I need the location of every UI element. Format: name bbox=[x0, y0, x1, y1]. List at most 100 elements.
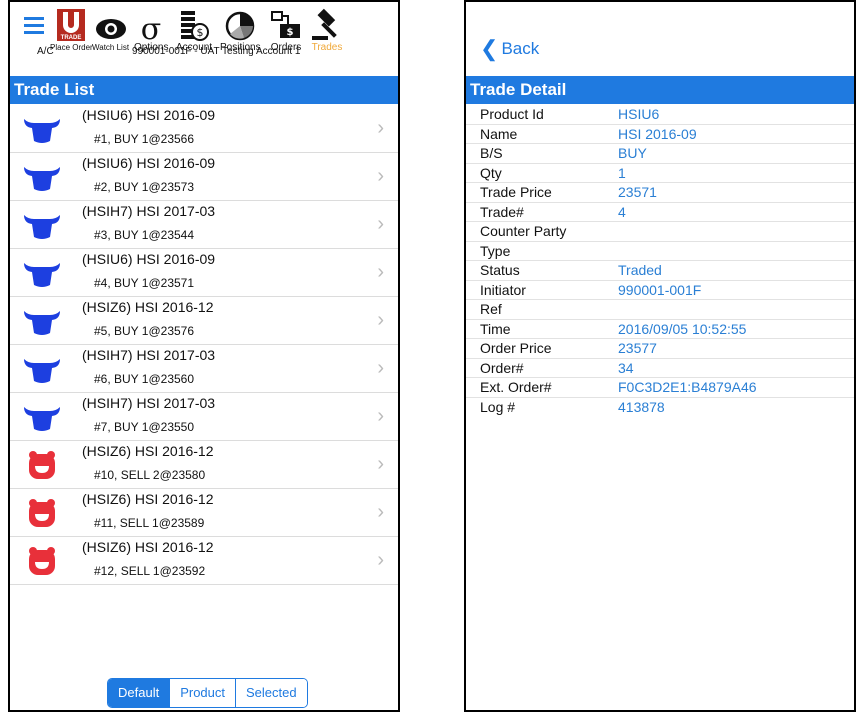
detail-key: Trade Price bbox=[480, 184, 552, 200]
trade-detail-fields: Product Id HSIU6 Name HSI 2016-09 B/S BUY Qty 1… bbox=[466, 105, 854, 417]
detail-row: Counter Party bbox=[466, 222, 854, 242]
segment-default[interactable]: Default bbox=[108, 679, 170, 707]
trade-list-row[interactable]: (HSIZ6) HSI 2016-12 #12, SELL 1@23592 › bbox=[10, 537, 398, 585]
trade-summary: #6, BUY 1@23560 bbox=[94, 372, 195, 386]
trade-summary: #2, BUY 1@23573 bbox=[94, 180, 195, 194]
detail-row: Ref bbox=[466, 300, 854, 320]
eye-icon bbox=[95, 19, 126, 39]
detail-row: Trade Price 23571 bbox=[466, 183, 854, 203]
bull-icon bbox=[24, 167, 60, 191]
trade-summary: #5, BUY 1@23576 bbox=[94, 324, 195, 338]
trade-product: (HSIZ6) HSI 2016-12 bbox=[82, 491, 214, 507]
detail-key: Counter Party bbox=[480, 223, 567, 239]
trade-product: (HSIU6) HSI 2016-09 bbox=[82, 107, 216, 123]
detail-key: Status bbox=[480, 262, 520, 278]
trade-list-row[interactable]: (HSIH7) HSI 2017-03 #3, BUY 1@23544 › bbox=[10, 201, 398, 249]
detail-key: Initiator bbox=[480, 281, 526, 298]
detail-row: Order# 34 bbox=[466, 359, 854, 378]
trade-list-row[interactable]: (HSIU6) HSI 2016-09 #1, BUY 1@23566 › bbox=[10, 105, 398, 153]
bull-icon bbox=[24, 263, 60, 287]
trade-list-row[interactable]: (HSIU6) HSI 2016-09 #2, BUY 1@23573 › bbox=[10, 153, 398, 201]
account-info: A/C 990001-001F - UAT Testing Account 1 bbox=[10, 46, 398, 60]
orders-icon: $ bbox=[271, 11, 300, 38]
detail-key: Type bbox=[480, 242, 511, 259]
detail-row: B/S BUY bbox=[466, 144, 854, 164]
trade-list-row[interactable]: (HSIZ6) HSI 2016-12 #5, BUY 1@23576 › bbox=[10, 297, 398, 345]
bull-icon bbox=[24, 119, 60, 143]
trade-list-row[interactable]: (HSIZ6) HSI 2016-12 #10, SELL 2@23580 › bbox=[10, 441, 398, 489]
detail-row: Time 2016/09/05 10:52:55 bbox=[466, 320, 854, 339]
detail-value: 413878 bbox=[618, 398, 665, 415]
trade-summary: #12, SELL 1@23592 bbox=[94, 564, 206, 578]
detail-key: Order# bbox=[480, 359, 524, 376]
detail-value: HSIU6 bbox=[618, 106, 660, 122]
chevron-right-icon: › bbox=[377, 261, 384, 283]
detail-row: Name HSI 2016-09 bbox=[466, 125, 854, 144]
bull-icon bbox=[24, 311, 60, 335]
trade-logo-text: TRADE bbox=[61, 35, 82, 41]
detail-key: Ref bbox=[480, 301, 502, 317]
back-button[interactable]: ❮ Back bbox=[480, 36, 539, 62]
trade-list-header: Trade List bbox=[10, 76, 398, 104]
detail-row: Order Price 23577 bbox=[466, 339, 854, 359]
trade-list: (HSIU6) HSI 2016-09 #1, BUY 1@23566 › (HSI… bbox=[10, 105, 398, 585]
account-label: A/C bbox=[37, 46, 54, 57]
bull-icon bbox=[24, 359, 60, 383]
detail-row: Initiator 990001-001F bbox=[466, 281, 854, 300]
detail-value: Traded bbox=[618, 262, 662, 278]
trade-list-screen: TRADE Place Order Watch List σ Options $… bbox=[8, 0, 400, 712]
detail-value: 4 bbox=[618, 203, 626, 220]
svg-text:σ: σ bbox=[141, 12, 161, 42]
trade-list-row[interactable]: (HSIH7) HSI 2017-03 #7, BUY 1@23550 › bbox=[10, 393, 398, 441]
chevron-right-icon: › bbox=[377, 309, 384, 331]
pie-chart-icon bbox=[226, 11, 255, 41]
gavel-icon bbox=[312, 8, 337, 40]
trade-product: (HSIZ6) HSI 2016-12 bbox=[82, 539, 214, 555]
sigma-icon: σ bbox=[141, 12, 161, 42]
detail-row: Qty 1 bbox=[466, 164, 854, 183]
chevron-right-icon: › bbox=[377, 453, 384, 475]
chevron-left-icon: ❮ bbox=[480, 36, 499, 61]
detail-value: HSI 2016-09 bbox=[618, 125, 697, 142]
trade-product: (HSIH7) HSI 2017-03 bbox=[82, 347, 216, 363]
detail-value: 34 bbox=[618, 359, 634, 376]
trade-detail-screen: ❮ Back Trade Detail Product Id HSIU6 Name H… bbox=[464, 0, 856, 712]
trade-product: (HSIZ6) HSI 2016-12 bbox=[82, 443, 214, 459]
trade-list-row[interactable]: (HSIU6) HSI 2016-09 #4, BUY 1@23571 › bbox=[10, 249, 398, 297]
detail-key: Product Id bbox=[480, 106, 544, 122]
trade-logo-icon: TRADE bbox=[57, 9, 86, 41]
chevron-right-icon: › bbox=[377, 165, 384, 187]
back-label: Back bbox=[501, 39, 540, 58]
detail-value: BUY bbox=[618, 145, 647, 161]
chevron-right-icon: › bbox=[377, 117, 384, 139]
detail-row: Product Id HSIU6 bbox=[466, 105, 854, 125]
detail-key: B/S bbox=[480, 145, 503, 161]
detail-row: Status Traded bbox=[466, 261, 854, 281]
detail-key: Name bbox=[480, 125, 518, 142]
detail-key: Order Price bbox=[480, 340, 552, 356]
detail-key: Trade# bbox=[480, 203, 524, 220]
trade-summary: #10, SELL 2@23580 bbox=[94, 468, 206, 482]
trade-product: (HSIU6) HSI 2016-09 bbox=[82, 251, 216, 267]
segment-selected[interactable]: Selected bbox=[235, 679, 307, 707]
detail-row: Type bbox=[466, 242, 854, 261]
menu-button[interactable] bbox=[24, 16, 44, 34]
detail-value: 2016/09/05 10:52:55 bbox=[618, 320, 747, 337]
chevron-right-icon: › bbox=[377, 501, 384, 523]
sort-segmented-control: Default Product Selected bbox=[107, 678, 308, 708]
bull-icon bbox=[24, 215, 60, 239]
trade-summary: #4, BUY 1@23571 bbox=[94, 276, 195, 290]
detail-value: F0C3D2E1:B4879A46 bbox=[618, 379, 757, 395]
trade-product: (HSIU6) HSI 2016-09 bbox=[82, 155, 216, 171]
segment-product[interactable]: Product bbox=[169, 679, 236, 707]
trade-list-row[interactable]: (HSIH7) HSI 2017-03 #6, BUY 1@23560 › bbox=[10, 345, 398, 393]
chevron-right-icon: › bbox=[377, 405, 384, 427]
coin-stack-icon: $ bbox=[181, 11, 210, 41]
bear-icon bbox=[29, 451, 55, 479]
trade-detail-header: Trade Detail bbox=[466, 76, 854, 104]
detail-key: Time bbox=[480, 320, 511, 337]
toolbar: TRADE Place Order Watch List σ Options $… bbox=[10, 2, 398, 60]
trade-list-row[interactable]: (HSIZ6) HSI 2016-12 #11, SELL 1@23589 › bbox=[10, 489, 398, 537]
detail-key: Qty bbox=[480, 164, 502, 181]
trade-summary: #1, BUY 1@23566 bbox=[94, 132, 195, 146]
